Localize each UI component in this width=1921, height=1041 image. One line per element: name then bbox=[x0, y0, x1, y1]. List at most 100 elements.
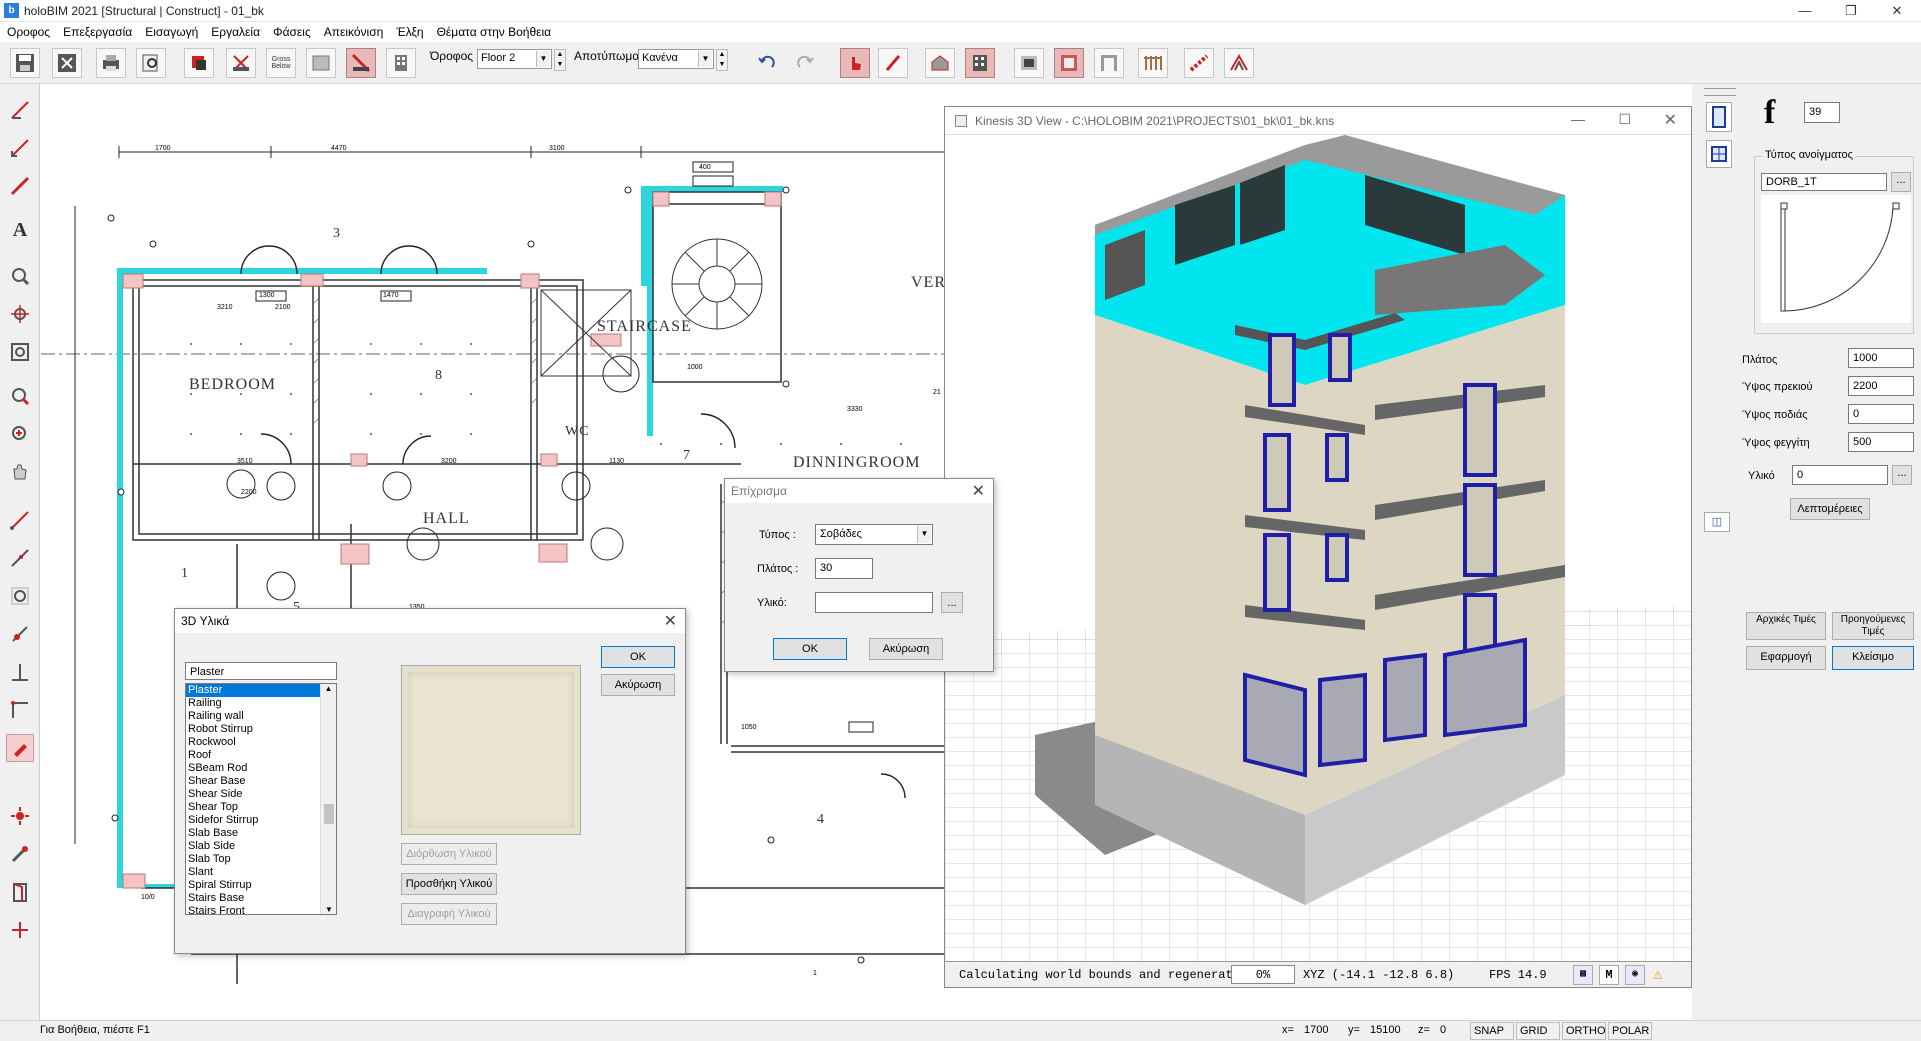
3d-viewport[interactable] bbox=[945, 135, 1691, 961]
warning-icon[interactable]: ⚠ bbox=[1653, 964, 1663, 984]
roof-button[interactable] bbox=[1224, 48, 1254, 78]
details-button[interactable]: Λεπτομέρειες bbox=[1790, 498, 1870, 520]
initial-values-button[interactable]: Αρχικές Τιμές bbox=[1746, 612, 1826, 640]
material-list-item[interactable]: Shear Base bbox=[186, 775, 320, 788]
roof-view-button[interactable] bbox=[925, 48, 955, 78]
plaster-browse-button[interactable]: ... bbox=[941, 592, 963, 613]
scroll-thumb[interactable] bbox=[324, 804, 334, 824]
tool-polyline[interactable] bbox=[6, 544, 34, 572]
tool-pen[interactable] bbox=[6, 172, 34, 200]
add-material-button[interactable]: Προσθήκη Υλικού bbox=[401, 873, 497, 895]
menu-floor[interactable]: Οροφος bbox=[0, 22, 56, 39]
tool-corner[interactable] bbox=[6, 696, 34, 724]
delete-element-button[interactable] bbox=[184, 48, 214, 78]
delete-material-button[interactable]: Διαγραφή Υλικού bbox=[401, 903, 497, 925]
tool-zoom-all[interactable] bbox=[6, 338, 34, 366]
menu-drag[interactable]: Έλξη bbox=[389, 22, 429, 39]
menu-tools[interactable]: Εργαλεία bbox=[204, 22, 266, 39]
building-button[interactable] bbox=[386, 48, 416, 78]
3d-view-titlebar[interactable]: Kinesis 3D View - C:\HOLOBIM 2021\PROJEC… bbox=[945, 107, 1691, 135]
print-button[interactable] bbox=[96, 48, 126, 78]
undo-button[interactable] bbox=[752, 48, 782, 78]
material-list-item[interactable]: Robot Stirrup bbox=[186, 723, 320, 736]
materials-close-icon[interactable]: ✕ bbox=[664, 611, 677, 631]
restore-button[interactable]: ❐ bbox=[1828, 0, 1874, 22]
plaster-type-select[interactable]: Σοβάδες ▼ bbox=[815, 524, 933, 545]
tool-pan[interactable] bbox=[6, 300, 34, 328]
ortho-toggle[interactable]: ORTHO bbox=[1562, 1022, 1606, 1040]
plaster-ok-button[interactable]: OK bbox=[773, 638, 847, 660]
3d-camera-button[interactable]: ◉ bbox=[1625, 965, 1645, 985]
door-type-button[interactable] bbox=[1706, 102, 1732, 132]
material-list-item[interactable]: SBeam Rod bbox=[186, 762, 320, 775]
material-list-item[interactable]: Railing wall bbox=[186, 710, 320, 723]
plaster-width-input[interactable]: 30 bbox=[815, 558, 873, 579]
material-list-item[interactable]: Slab Top bbox=[186, 853, 320, 866]
materials-cancel-button[interactable]: Ακύρωση bbox=[601, 674, 675, 696]
cut-button[interactable] bbox=[226, 48, 256, 78]
material-list-item[interactable]: Rockwool bbox=[186, 736, 320, 749]
window-type-button[interactable] bbox=[1706, 140, 1732, 168]
material-list-item[interactable]: Slab Base bbox=[186, 827, 320, 840]
menu-view[interactable]: Απεικόνιση bbox=[317, 22, 390, 39]
material-list-item[interactable]: Slab Side bbox=[186, 840, 320, 853]
tool-zoom-window[interactable] bbox=[6, 262, 34, 290]
panel-grip[interactable] bbox=[1704, 88, 1736, 96]
materials-ok-button[interactable]: OK bbox=[601, 646, 675, 668]
tool-move[interactable] bbox=[6, 916, 34, 944]
3d-m-button[interactable]: M bbox=[1599, 965, 1619, 985]
tool-circle[interactable] bbox=[6, 582, 34, 610]
lintel-height-input[interactable]: 2200 bbox=[1848, 376, 1914, 396]
menu-insert[interactable]: Εισαγωγή bbox=[138, 22, 204, 39]
tool-arc[interactable] bbox=[6, 620, 34, 648]
section-button[interactable] bbox=[1014, 48, 1044, 78]
tool-zoom-out[interactable] bbox=[6, 382, 34, 410]
opening-type-browse-button[interactable]: ... bbox=[1891, 172, 1911, 192]
material-list-item[interactable]: Shear Top bbox=[186, 801, 320, 814]
close-button[interactable]: ✕ bbox=[1874, 0, 1920, 22]
menu-edit[interactable]: Επεξεργασία bbox=[56, 22, 138, 39]
pick-opening-button[interactable]: ◫ bbox=[1704, 512, 1730, 532]
close-file-button[interactable] bbox=[52, 48, 82, 78]
tool-light[interactable] bbox=[6, 802, 34, 830]
tool-brush[interactable] bbox=[6, 840, 34, 868]
3d-view-button[interactable] bbox=[965, 48, 995, 78]
material-list-item[interactable]: Roof bbox=[186, 749, 320, 762]
tool-zoom-in[interactable] bbox=[6, 420, 34, 448]
materials-dialog-title[interactable]: 3D Υλικά ✕ bbox=[175, 609, 685, 633]
scroll-down-icon[interactable]: ▼ bbox=[321, 905, 336, 914]
tool-vertical-line[interactable] bbox=[6, 658, 34, 686]
plaster-material-input[interactable] bbox=[815, 592, 933, 613]
minimize-button[interactable]: — bbox=[1782, 0, 1828, 22]
3d-maximize-button[interactable]: ☐ bbox=[1618, 111, 1631, 128]
menu-help[interactable]: Θέματα στην Βοήθεια bbox=[430, 22, 558, 39]
print-select[interactable]: Κανένα ▼ bbox=[638, 49, 714, 69]
tool-hand-pan[interactable] bbox=[6, 458, 34, 486]
edit-material-button[interactable]: Διόρθωση Υλικού bbox=[401, 843, 497, 865]
sill-height-input[interactable]: 0 bbox=[1848, 404, 1914, 424]
layers-button[interactable] bbox=[306, 48, 336, 78]
grid-toggle[interactable]: GRID bbox=[1516, 1022, 1560, 1040]
polar-toggle[interactable]: POLAR bbox=[1608, 1022, 1652, 1040]
3d-close-button[interactable]: ✕ bbox=[1664, 110, 1677, 130]
floor-spinner[interactable]: ▲ ▼ bbox=[554, 49, 566, 71]
railing-button[interactable] bbox=[1138, 48, 1168, 78]
redo-button[interactable] bbox=[790, 48, 820, 78]
pencil-button[interactable] bbox=[878, 48, 908, 78]
material-list-item[interactable]: Slant bbox=[186, 866, 320, 879]
material-list-item[interactable]: Spiral Stirrup bbox=[186, 879, 320, 892]
tool-line-pt[interactable] bbox=[6, 506, 34, 534]
facade-button[interactable] bbox=[1054, 48, 1084, 78]
material-search-input[interactable]: Plaster bbox=[185, 662, 337, 680]
plaster-cancel-button[interactable]: Ακύρωση bbox=[869, 638, 943, 660]
3d-minimize-button[interactable]: — bbox=[1571, 111, 1585, 127]
tool-draw-line[interactable] bbox=[6, 134, 34, 162]
gross-below-button[interactable]: Gross Below bbox=[266, 48, 296, 78]
material-list-scrollbar[interactable]: ▲ ▼ bbox=[320, 684, 336, 914]
tool-paint[interactable] bbox=[6, 734, 34, 762]
save-button[interactable] bbox=[10, 48, 40, 78]
previous-values-button[interactable]: Προηγούμενες Τιμές bbox=[1832, 612, 1914, 640]
print-spinner[interactable]: ▲ ▼ bbox=[716, 49, 728, 71]
stairs-button[interactable] bbox=[1184, 48, 1214, 78]
scroll-up-icon[interactable]: ▲ bbox=[321, 684, 336, 693]
